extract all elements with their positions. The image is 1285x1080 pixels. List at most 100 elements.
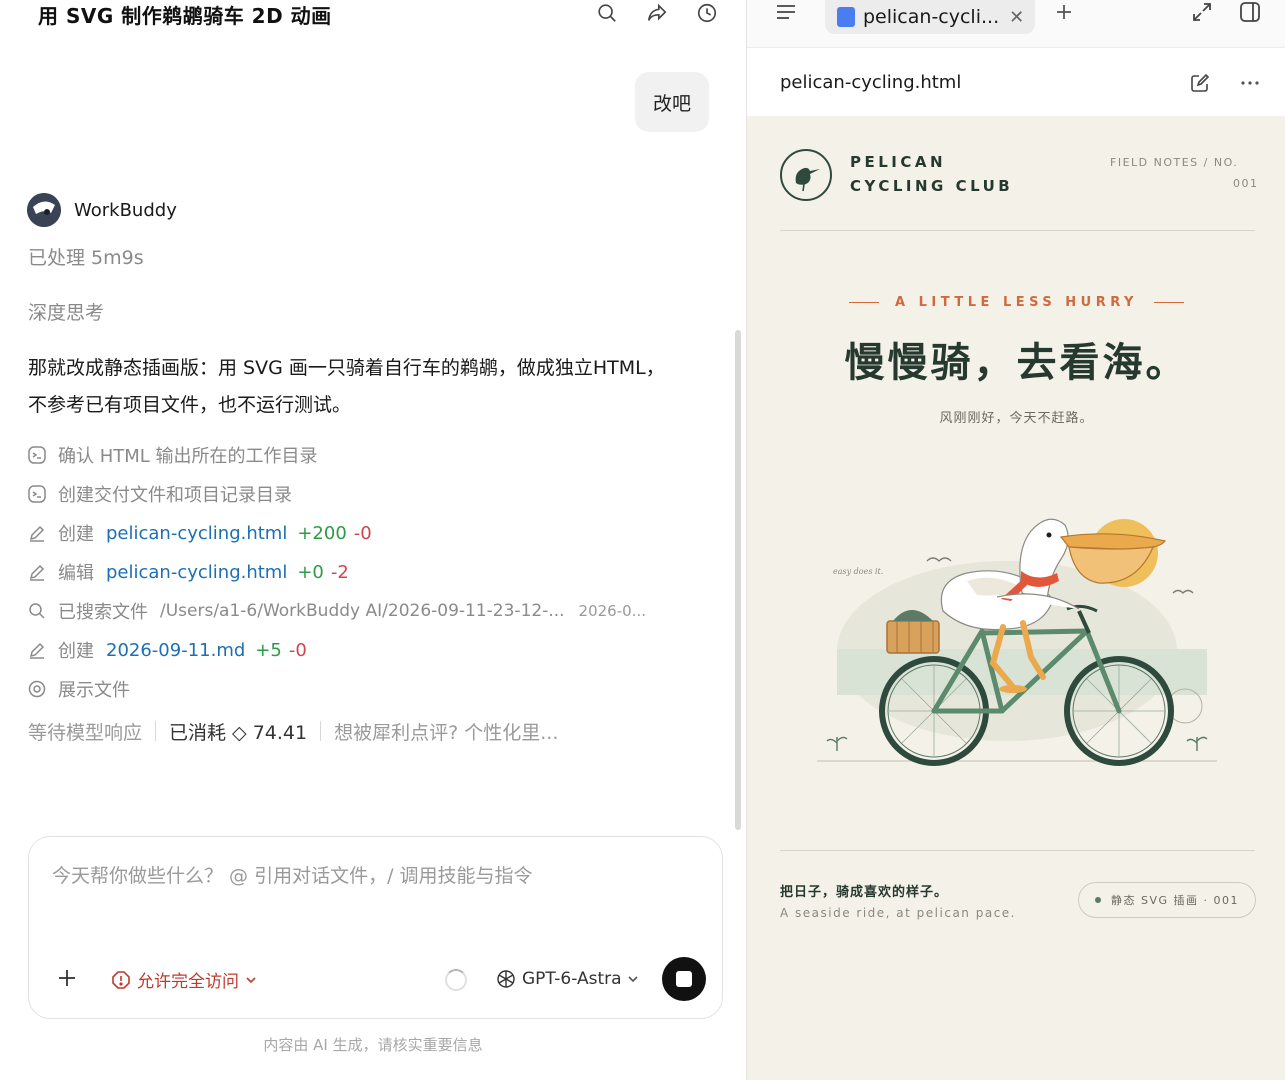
brand-name-line1: PELICAN [850,153,947,171]
step-item[interactable]: 创建交付文件和项目记录目录 [27,479,304,509]
file-name: pelican-cycling.html [780,72,962,93]
stop-icon [676,971,692,987]
lines-removed: -0 [353,522,372,544]
step-verb: 创建 [58,524,94,545]
kicker-text: A LITTLE LESS HURRY [895,295,1138,310]
search-icon[interactable] [596,2,618,24]
lines-added: +0 [297,561,324,583]
loading-spinner [445,969,467,991]
html-file-icon [837,7,855,27]
divider [780,850,1255,851]
search-path-extra: 2026-0... [578,602,646,620]
step-text: 创建交付文件和项目记录目录 [58,485,292,506]
preview-pane: pelican-cycli... ✕ pelican-cycling.html [746,0,1285,1080]
search-icon [27,601,47,621]
user-message-bubble: 改吧 [635,72,709,132]
divider [320,721,322,741]
composer[interactable]: 今天帮你做些什么？ @ 引用对话文件，/ 调用技能与指令 允许完全访问 GPT-… [28,836,723,1019]
pencil-icon [27,562,47,582]
poster-subline: 风刚刚好，今天不赶路。 [939,411,1094,426]
add-attachment-button[interactable] [54,965,80,991]
kicker-dash [1153,301,1184,304]
footer-tagline-en: A seaside ride, at pelican pace. [780,906,1016,920]
model-logo-icon [497,970,515,988]
step-item[interactable]: 编辑 pelican-cycling.html +0 -2 [27,557,349,587]
deep-think-toggle[interactable]: 深度思考 [28,298,104,325]
file-link[interactable]: pelican-cycling.html [106,562,287,583]
search-path: /Users/a1-6/WorkBuddy AI/2026-09-11-23-1… [160,601,565,621]
terminal-icon [27,445,47,465]
chat-pane: 用 SVG 制作鹈鹕骑车 2D 动画 改吧 WorkBuddy 已处理 5m9s… [0,0,746,1080]
history-icon[interactable] [696,2,718,24]
preview-tabbar: pelican-cycli... ✕ [747,0,1285,48]
stop-button[interactable] [662,957,706,1001]
pelican-logo-icon [780,149,832,201]
brand-name-line2: CYCLING CLUB [850,177,1014,195]
share-icon[interactable] [646,2,668,24]
access-mode-label: 允许完全访问 [137,972,239,992]
step-item[interactable]: 创建 pelican-cycling.html +200 -0 [27,518,372,548]
step-text: 确认 HTML 输出所在的工作目录 [58,446,318,467]
file-header: pelican-cycling.html [747,48,1285,116]
edition-badge: 静态 SVG 插画 · 001 [1078,882,1256,918]
lines-added: +200 [297,522,347,544]
personalize-hint[interactable]: 想被犀利点评? 个性化里... [334,718,558,745]
issue-number: 001 [1233,177,1259,190]
step-verb: 编辑 [58,563,94,584]
divider [780,230,1255,231]
step-text: 展示文件 [58,680,130,701]
model-selector[interactable]: GPT-6-Astra [495,968,644,990]
close-icon[interactable]: ✕ [1009,7,1024,28]
status-line: 等待模型响应 已消耗 ◇ 74.41 想被犀利点评? 个性化里... [28,716,558,746]
menu-icon[interactable] [774,0,798,24]
step-item[interactable]: 已搜索文件 /Users/a1-6/WorkBuddy AI/2026-09-1… [27,596,646,626]
poster-preview: PELICAN CYCLING CLUB FIELD NOTES / NO. 0… [747,116,1285,1080]
step-item[interactable]: 展示文件 [27,674,142,704]
waiting-status: 等待模型响应 [28,721,143,744]
footer-tagline-zh: 把日子，骑成喜欢的样子。 [780,885,949,900]
scene-caption: easy does it. [833,567,883,576]
chat-title: 用 SVG 制作鹈鹕骑车 2D 动画 [38,4,332,28]
kicker: A LITTLE LESS HURRY [747,295,1285,310]
agent-name: WorkBuddy [74,199,177,221]
processed-time[interactable]: 已处理 5m9s [28,243,144,270]
avatar [27,193,61,227]
divider [155,721,157,741]
expand-icon[interactable] [1190,0,1214,24]
ai-disclaimer: 内容由 AI 生成，请核实重要信息 [263,1036,483,1054]
assistant-answer: 那就改成静态插画版：用 SVG 画一只骑着自行车的鹈鹕，做成独立HTML，不参考… [28,357,665,416]
step-item[interactable]: 确认 HTML 输出所在的工作目录 [27,440,330,470]
pelican-bike-illustration: easy does it. [817,518,1217,766]
new-tab-icon[interactable] [1052,0,1076,24]
badge-dot [1094,897,1101,903]
lines-removed: -0 [288,639,307,661]
tab-label: pelican-cycli... [863,6,1000,28]
step-verb: 已搜索文件 [58,602,148,623]
access-mode-dropdown[interactable]: 允许完全访问 [111,967,263,992]
more-icon[interactable] [1239,72,1261,94]
eye-icon [27,679,47,699]
tab-pelican-cycling[interactable]: pelican-cycli... ✕ [825,0,1035,34]
file-link[interactable]: 2026-09-11.md [106,640,245,661]
step-item[interactable]: 创建 2026-09-11.md +5 -0 [27,635,307,665]
chevron-down-icon [246,976,256,983]
prompt-input[interactable]: 今天帮你做些什么？ @ 引用对话文件，/ 调用技能与指令 [52,861,533,888]
edit-icon[interactable] [1189,72,1211,94]
file-link[interactable]: pelican-cycling.html [106,523,287,544]
step-verb: 创建 [58,641,94,662]
warning-shield-icon [112,970,130,989]
chat-scrollbar[interactable] [735,330,741,830]
badge-text: 静态 SVG 插画 · 001 [1110,894,1239,907]
terminal-icon [27,484,47,504]
kicker-dash [849,301,880,304]
model-label: GPT-6-Astra [522,969,622,989]
lines-removed: -2 [330,561,349,583]
chevron-down-icon [627,976,638,983]
lines-added: +5 [255,639,282,661]
panel-toggle-icon[interactable] [1238,0,1262,24]
poster-headline: 慢慢骑，去看海。 [844,340,1189,386]
tokens-consumed: 已消耗 ◇ 74.41 [169,721,308,744]
field-notes-label: FIELD NOTES / NO. [1110,156,1239,169]
pencil-icon [27,523,47,543]
agent-header: WorkBuddy [27,193,177,227]
